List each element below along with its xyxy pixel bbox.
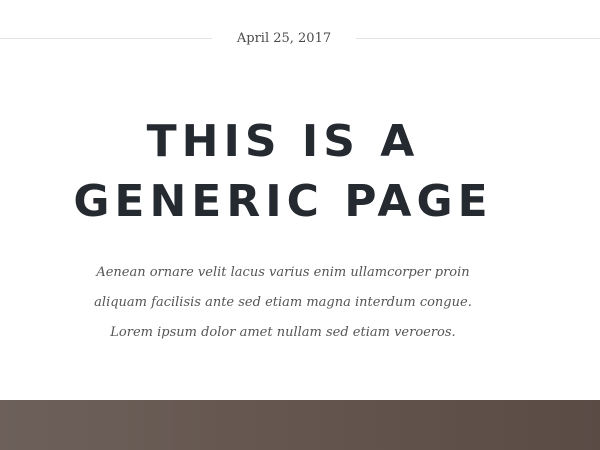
banner-image [0,400,600,450]
divider-left [0,38,212,39]
divider-right [356,38,600,39]
post-date: April 25, 2017 [236,31,332,46]
page-title-line-2: GENERIC PAGE [73,176,493,227]
intro-paragraph: Aenean ornare velit lacus varius enim ul… [94,265,472,340]
post-date-row: April 25, 2017 [0,28,600,50]
page-title: THIS IS A GENERIC PAGE [0,112,566,232]
page-title-line-1: THIS IS A [146,116,420,167]
